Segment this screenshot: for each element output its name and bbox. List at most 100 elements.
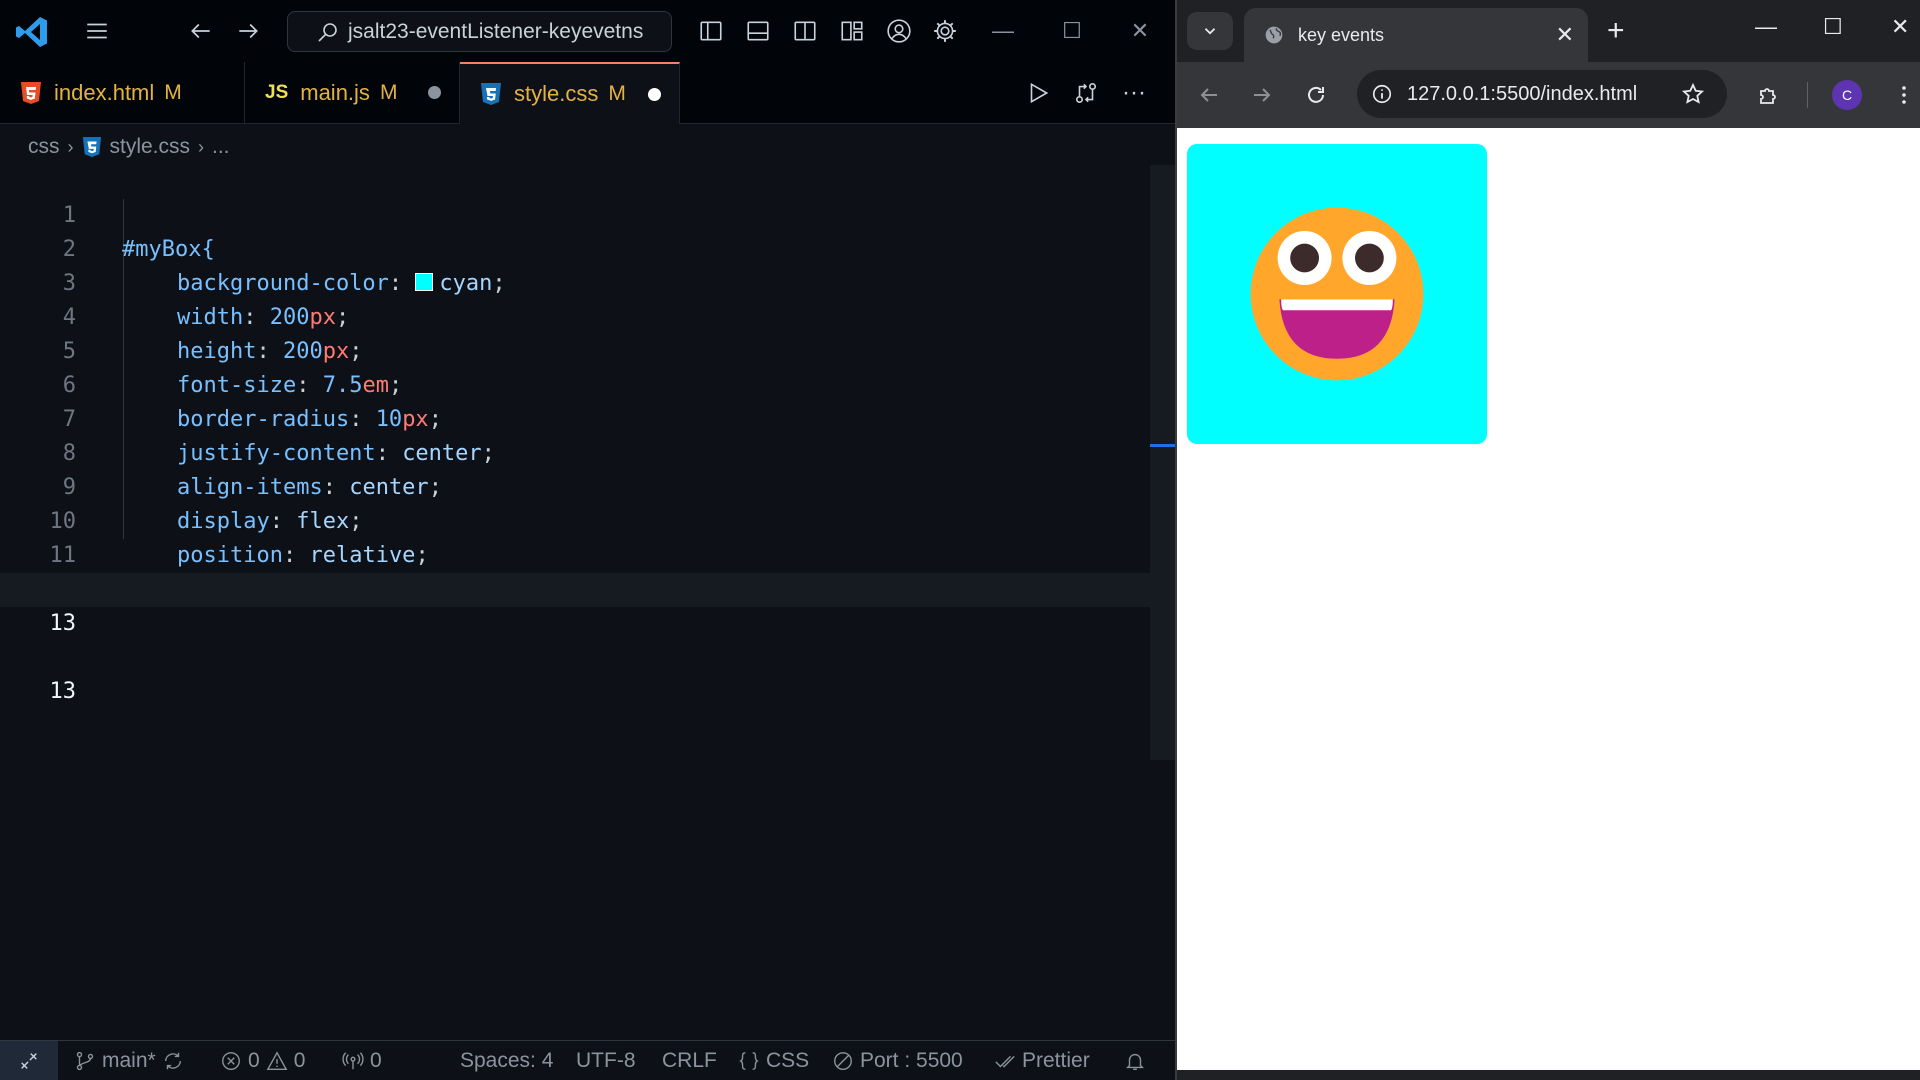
more-actions-icon[interactable]: ··· bbox=[1122, 62, 1146, 124]
minimize-icon[interactable]: — bbox=[1755, 14, 1777, 40]
code-line: 9 display: flex; bbox=[0, 437, 1150, 534]
toggle-secondary-sidebar-icon[interactable] bbox=[789, 15, 821, 47]
current-code-line: 13 13 bbox=[0, 573, 1150, 704]
eol-status[interactable]: CRLF bbox=[662, 1041, 717, 1080]
line-number: 13 bbox=[0, 607, 76, 641]
account-icon[interactable] bbox=[883, 15, 915, 47]
code-editor[interactable]: 1 #myBox{ 2 background-color: cyan; 3 wi… bbox=[0, 165, 1175, 1035]
language-mode-status[interactable]: CSS bbox=[738, 1041, 809, 1080]
back-arrow-icon[interactable] bbox=[185, 15, 217, 47]
tab-title: key events bbox=[1298, 24, 1385, 45]
site-info-icon[interactable] bbox=[1371, 83, 1393, 105]
notifications-bell-icon[interactable] bbox=[1124, 1041, 1146, 1080]
compare-changes-icon[interactable] bbox=[1073, 62, 1099, 124]
close-icon[interactable]: ✕ bbox=[1891, 14, 1909, 40]
code-line: 2 background-color: cyan; bbox=[0, 199, 1150, 296]
html-file-icon bbox=[21, 82, 41, 104]
chevron-right-icon: › bbox=[67, 136, 74, 157]
tab-close-icon[interactable]: ✕ bbox=[1556, 22, 1574, 48]
unsaved-dot-icon[interactable] bbox=[648, 88, 661, 101]
vscode-logo-icon bbox=[16, 17, 47, 47]
code-line: 1 #myBox{ bbox=[0, 165, 1150, 262]
menu-icon[interactable] bbox=[81, 15, 113, 47]
code-line: 5 font-size: 7.5em; bbox=[0, 301, 1150, 398]
toggle-panel-icon[interactable] bbox=[742, 15, 774, 47]
vscode-titlebar: jsalt23-eventListener-keyevetns — ☐ ✕ bbox=[0, 0, 1175, 62]
breadcrumb-file[interactable]: style.css bbox=[110, 135, 191, 159]
status-bar: main* 0 0 0 Spaces: 4 UTF-8 CRLF CSS Por bbox=[0, 1040, 1175, 1080]
extensions-puzzle-icon[interactable] bbox=[1752, 78, 1786, 112]
reload-icon[interactable] bbox=[1299, 78, 1333, 112]
run-icon[interactable] bbox=[1025, 62, 1051, 124]
chrome-window: key events ✕ + — ☐ ✕ 127.0.0.1:5500/inde… bbox=[1175, 0, 1920, 1080]
tab-index-html[interactable]: index.html M bbox=[0, 62, 245, 124]
language-label: CSS bbox=[766, 1049, 810, 1072]
encoding-status[interactable]: UTF-8 bbox=[576, 1041, 636, 1080]
url-text: 127.0.0.1:5500/index.html bbox=[1407, 82, 1638, 105]
error-count: 0 bbox=[248, 1049, 260, 1072]
breadcrumb-more[interactable]: ... bbox=[212, 135, 230, 159]
code-line: 8 align-items: center; bbox=[0, 403, 1150, 500]
new-tab-plus-icon[interactable]: + bbox=[1607, 14, 1625, 48]
toolbar-divider bbox=[1807, 82, 1808, 108]
css-file-icon bbox=[481, 83, 501, 105]
code-line: 6 border-radius: 10px; bbox=[0, 335, 1150, 432]
profile-avatar[interactable]: C bbox=[1832, 80, 1862, 110]
port-label: Port : 5500 bbox=[860, 1049, 963, 1072]
forward-arrow-icon[interactable] bbox=[1245, 78, 1279, 112]
back-arrow-icon[interactable] bbox=[1192, 78, 1226, 112]
toggle-primary-sidebar-icon[interactable] bbox=[695, 15, 727, 47]
ports-status[interactable]: 0 bbox=[342, 1041, 382, 1080]
remote-indicator-icon[interactable] bbox=[0, 1041, 58, 1080]
code-line: 12 bbox=[0, 539, 1150, 602]
bookmark-star-icon[interactable] bbox=[1681, 82, 1705, 106]
modified-status: M bbox=[608, 82, 626, 105]
indentation-status[interactable]: Spaces: 4 bbox=[460, 1041, 553, 1080]
css-file-icon bbox=[82, 137, 101, 157]
problems-status[interactable]: 0 0 bbox=[220, 1041, 305, 1080]
customize-layout-icon[interactable] bbox=[836, 15, 868, 47]
code-line: 3 width: 200px; bbox=[0, 233, 1150, 330]
tab-label: style.css bbox=[514, 81, 599, 106]
browser-tab[interactable]: key events ✕ bbox=[1244, 8, 1588, 62]
braces-icon bbox=[739, 1052, 759, 1070]
address-bar[interactable]: 127.0.0.1:5500/index.html bbox=[1357, 70, 1727, 118]
sync-icon[interactable] bbox=[162, 1050, 184, 1072]
git-branch-status[interactable]: main* bbox=[74, 1041, 184, 1080]
grinning-face-emoji-icon bbox=[1250, 207, 1424, 381]
tab-label: index.html bbox=[54, 80, 155, 105]
prettier-status[interactable]: Prettier bbox=[994, 1041, 1090, 1080]
error-icon bbox=[222, 1052, 240, 1070]
globe-icon bbox=[1265, 26, 1283, 44]
prettier-label: Prettier bbox=[1022, 1049, 1090, 1072]
encoding-label: UTF-8 bbox=[576, 1049, 636, 1072]
no-entry-icon bbox=[834, 1052, 852, 1070]
close-icon[interactable]: ✕ bbox=[1120, 14, 1160, 48]
live-server-port-status[interactable]: Port : 5500 bbox=[832, 1041, 963, 1080]
maximize-icon[interactable]: ☐ bbox=[1823, 14, 1843, 40]
git-branch-icon bbox=[76, 1051, 94, 1071]
forward-arrow-icon[interactable] bbox=[232, 15, 264, 47]
code-line: 10 position: relative; bbox=[0, 471, 1150, 568]
minimize-icon[interactable]: — bbox=[983, 14, 1023, 48]
code-line: 11 } bbox=[0, 505, 1150, 602]
my-box[interactable] bbox=[1187, 144, 1487, 444]
ports-count: 0 bbox=[370, 1049, 382, 1072]
settings-gear-icon[interactable] bbox=[929, 15, 961, 47]
spaces-label: Spaces: 4 bbox=[460, 1049, 554, 1072]
editor-scrollbar[interactable] bbox=[1150, 165, 1175, 760]
modified-status: M bbox=[164, 81, 182, 104]
js-file-icon: JS bbox=[265, 82, 289, 103]
page-viewport bbox=[1177, 128, 1920, 1070]
broadcast-icon bbox=[342, 1052, 364, 1070]
tab-style-css[interactable]: style.css M bbox=[460, 62, 680, 124]
line-number-current: 13 bbox=[49, 679, 77, 704]
breadcrumb-folder[interactable]: css bbox=[28, 135, 60, 159]
unsaved-dot-icon[interactable] bbox=[428, 86, 441, 99]
code-line: 4 height: 200px; bbox=[0, 267, 1150, 364]
tab-main-js[interactable]: JS main.js M bbox=[245, 62, 460, 124]
tab-search-chevron-down-icon[interactable] bbox=[1187, 12, 1233, 50]
maximize-icon[interactable]: ☐ bbox=[1052, 14, 1092, 48]
more-menu-icon[interactable] bbox=[1887, 78, 1920, 112]
command-center-search[interactable]: jsalt23-eventListener-keyevetns bbox=[287, 11, 672, 52]
